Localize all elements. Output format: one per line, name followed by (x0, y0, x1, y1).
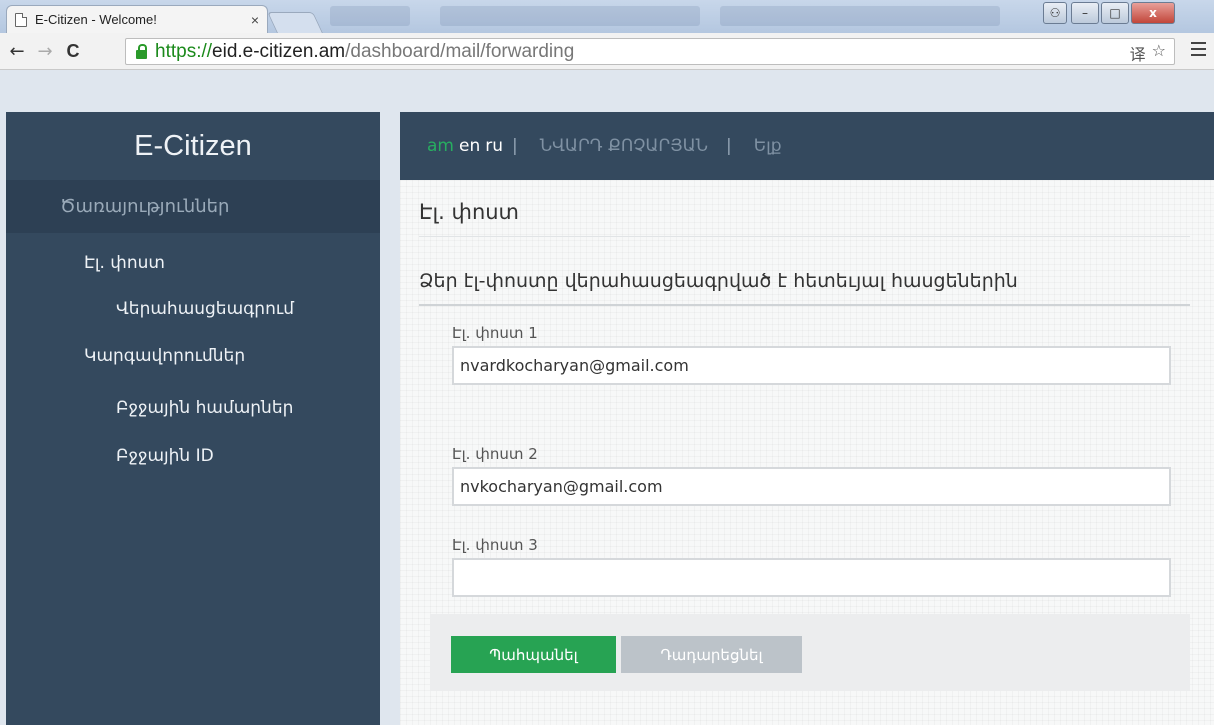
lang-en-link[interactable]: en (459, 136, 480, 156)
separator: | (725, 136, 732, 156)
separator: | (511, 136, 518, 156)
email-2-input[interactable] (452, 467, 1171, 506)
brand-logo[interactable]: E-Citizen (6, 112, 380, 180)
lang-am-link[interactable]: am (427, 136, 454, 156)
forward-icon[interactable]: → (34, 41, 56, 62)
lock-icon (136, 43, 147, 59)
sidebar-item-settings[interactable]: Կարգավորումներ (84, 346, 245, 366)
browser-tabstrip: E-Citizen - Welcome! × ⚇ – □ x (0, 0, 1214, 33)
lang-ru-link[interactable]: ru (485, 136, 503, 156)
browser-tab[interactable]: E-Citizen - Welcome! × (6, 5, 268, 33)
url-host: eid.e-citizen.am (212, 40, 346, 62)
address-bar[interactable]: https://eid.e-citizen.am/dashboard/mail/… (125, 38, 1175, 65)
maximize-button[interactable]: □ (1101, 2, 1129, 24)
email-3-label: Էլ. փոստ 3 (452, 536, 538, 554)
email-1-label: Էլ. փոստ 1 (452, 324, 538, 342)
save-button[interactable]: Պահպանել (451, 636, 616, 673)
top-bar: am en ru | ՆՎԱՐԴ ՔՈՉԱՐՅԱՆ | Ելք (400, 112, 1214, 180)
minimize-button[interactable]: – (1071, 2, 1099, 24)
back-icon[interactable]: ← (6, 41, 28, 62)
main-content: Էլ. փոստ Ձեր էլ-փոստը վերահասցեագրված է … (400, 180, 1214, 725)
close-window-button[interactable]: x (1131, 2, 1175, 24)
tab-close-icon[interactable]: × (251, 12, 259, 28)
url-scheme: https:// (155, 40, 213, 62)
translate-icon[interactable]: 译 (1130, 41, 1146, 65)
sidebar-item-mobile-id[interactable]: Բջջային ID (116, 446, 214, 466)
divider (419, 304, 1190, 306)
background-blur (720, 6, 1000, 26)
new-tab-button[interactable] (267, 12, 323, 33)
email-2-label: Էլ. փոստ 2 (452, 445, 538, 463)
sidebar-item-mobile-numbers[interactable]: Բջջային համարներ (116, 398, 293, 418)
browser-toolbar: ← → C https://eid.e-citizen.am/dashboard… (0, 33, 1214, 70)
section-title: Ձեր էլ-փոստը վերահասցեագրված է հետեւյալ … (419, 270, 1018, 292)
star-icon[interactable]: ☆ (1152, 41, 1166, 65)
cancel-button[interactable]: Դադարեցնել (621, 636, 802, 673)
omnibox-icons: 译 ☆ (1130, 41, 1166, 65)
page-title: Էլ. փոստ (419, 200, 520, 224)
background-blur (440, 6, 700, 26)
sidebar-section-header[interactable]: Ծառայություններ (6, 180, 380, 233)
email-1-input[interactable] (452, 346, 1171, 385)
tab-title: E-Citizen - Welcome! (35, 12, 157, 27)
user-name-link[interactable]: ՆՎԱՐԴ ՔՈՉԱՐՅԱՆ (540, 136, 708, 156)
reload-icon[interactable]: C (62, 41, 84, 62)
url-text: https://eid.e-citizen.am/dashboard/mail/… (155, 41, 574, 63)
page-icon (15, 12, 27, 27)
email-3-input[interactable] (452, 558, 1171, 597)
logout-link[interactable]: Ելք (754, 136, 782, 156)
sidebar-item-mail[interactable]: Էլ. փոստ (84, 253, 165, 273)
menu-icon[interactable] (1191, 42, 1206, 60)
sidebar-item-forwarding[interactable]: Վերահասցեագրում (116, 299, 294, 319)
sidebar: E-Citizen Ծառայություններ Էլ. փոստ Վերահ… (6, 112, 380, 725)
profile-icon[interactable]: ⚇ (1043, 2, 1067, 24)
url-path: /dashboard/mail/forwarding (345, 40, 575, 62)
divider (419, 236, 1190, 237)
form-actions: Պահպանել Դադարեցնել (430, 614, 1190, 691)
background-blur (330, 6, 410, 26)
